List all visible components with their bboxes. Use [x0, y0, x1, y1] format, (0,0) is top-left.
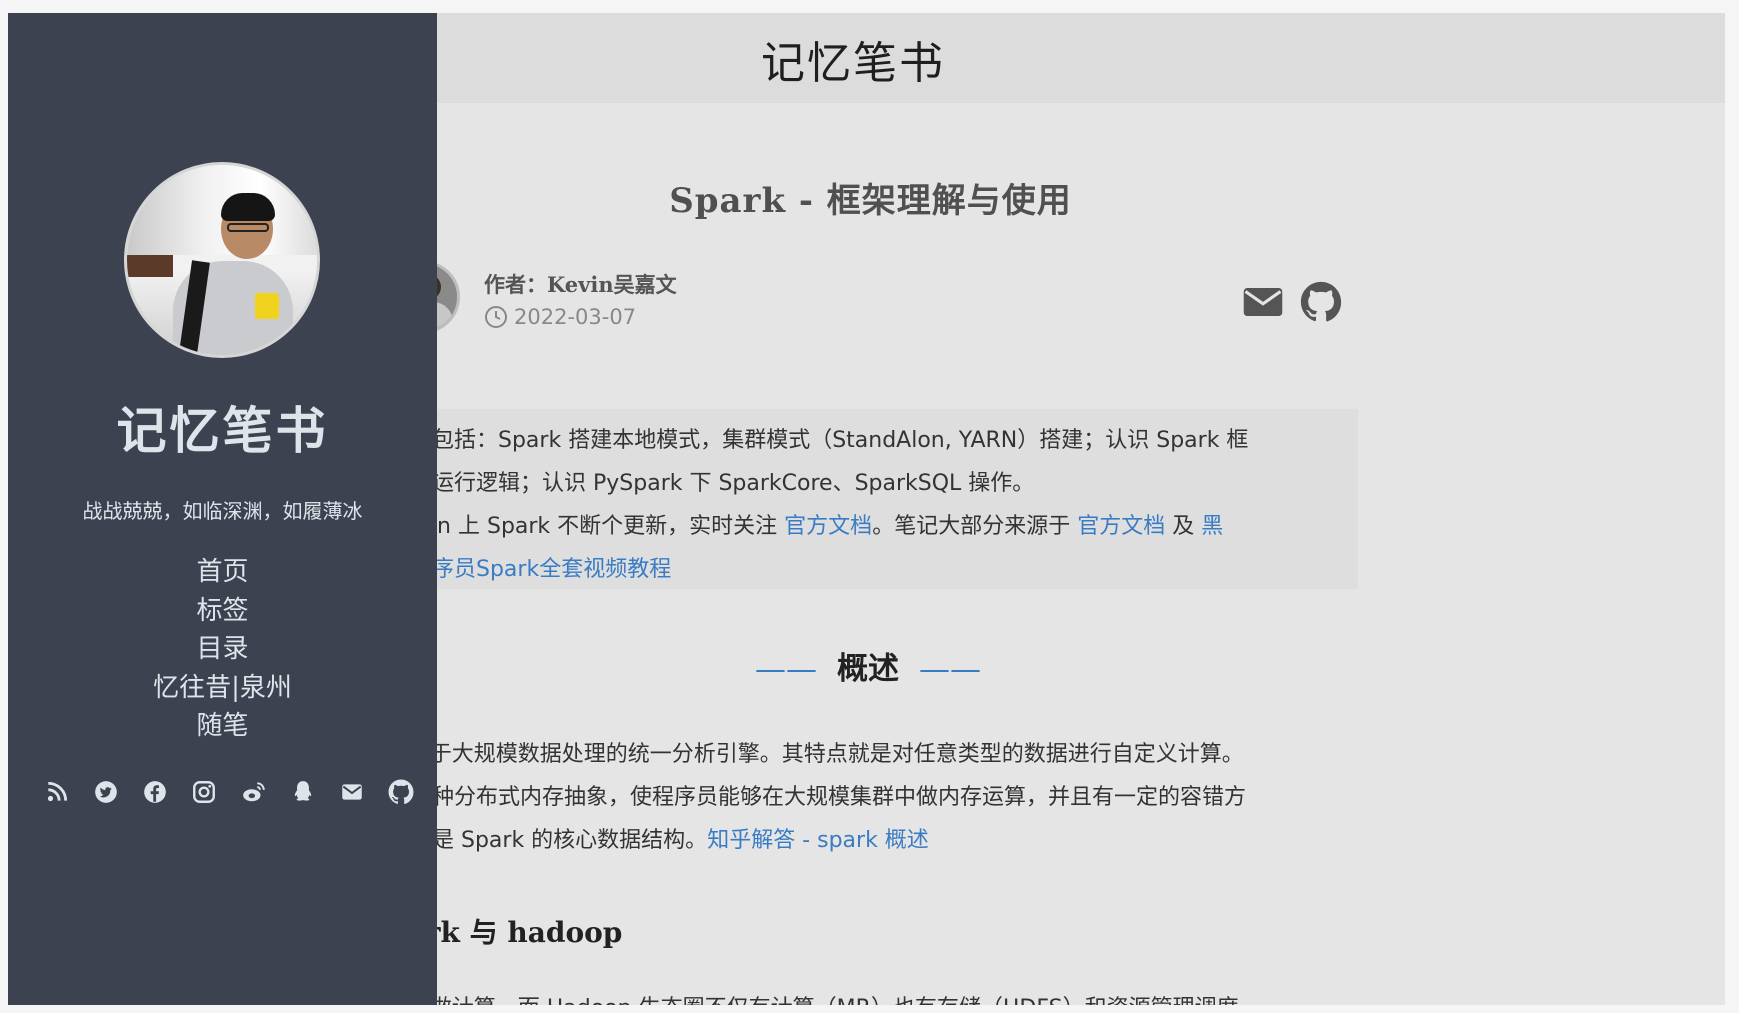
- official-docs-link[interactable]: 官方文档: [784, 514, 872, 539]
- official-docs-link-2[interactable]: 官方文档: [1077, 514, 1165, 539]
- social-links: [44, 779, 414, 805]
- summary-blockquote: 内容包括：Spark 搭建本地模式，集群模式（StandAlon, YARN）搭…: [388, 409, 1358, 589]
- mail-icon[interactable]: [1242, 281, 1284, 323]
- summary-line: ython 上 Spark 不断个更新，实时关注 官方文档。笔记大部分来源于 官…: [388, 514, 1224, 539]
- cutoff-paragraph: k 仅做计算，而 Hadoop 生态圈不仅有计算（MR）也有存储（HDFS）和资…: [388, 990, 1239, 1005]
- video-tutorial-link[interactable]: 黑: [1201, 514, 1223, 539]
- nav-home[interactable]: 首页: [8, 553, 437, 592]
- qq-icon[interactable]: [290, 779, 316, 805]
- sidebar-site-title[interactable]: 记忆笔书: [8, 391, 437, 463]
- mail-icon[interactable]: [339, 779, 365, 805]
- sidebar: 记忆笔书 战战兢兢，如临深渊，如履薄冰 首页 标签 目录 忆往昔|泉州 随笔: [8, 13, 437, 1005]
- twitter-icon[interactable]: [93, 779, 119, 805]
- clock-icon: [485, 306, 507, 328]
- nav-catalog[interactable]: 目录: [8, 630, 437, 669]
- nav-quanzhou[interactable]: 忆往昔|泉州: [8, 669, 437, 708]
- rss-icon[interactable]: [44, 779, 70, 805]
- browser-viewport: 记忆笔书 Spark - 框架理解与使用 作者：Kevin吴嘉文 2022-03…: [8, 13, 1725, 1005]
- zhihu-link[interactable]: 知乎解答 - spark 概述: [707, 828, 929, 853]
- author-name: 作者：Kevin吴嘉文: [484, 272, 677, 297]
- facebook-icon[interactable]: [142, 779, 168, 805]
- github-icon[interactable]: [388, 779, 414, 805]
- github-icon[interactable]: [1300, 281, 1342, 323]
- summary-line: 内容包括：Spark 搭建本地模式，集群模式（StandAlon, YARN）搭…: [388, 428, 1249, 453]
- summary-line: 马程序员Spark全套视频教程: [388, 548, 1358, 591]
- nav-essays[interactable]: 随笔: [8, 707, 437, 746]
- instagram-icon[interactable]: [191, 779, 217, 805]
- summary-line: 果、运行逻辑；认识 PySpark 下 SparkCore、SparkSQL 操…: [388, 471, 1035, 496]
- section-heading-text: 概述: [837, 651, 899, 687]
- sidebar-motto: 战战兢兢，如临深渊，如履薄冰: [82, 499, 363, 523]
- weibo-icon[interactable]: [241, 779, 267, 805]
- sidebar-nav: 首页 标签 目录 忆往昔|泉州 随笔: [8, 553, 437, 746]
- nav-tags[interactable]: 标签: [8, 592, 437, 631]
- profile-avatar[interactable]: [124, 162, 320, 358]
- post-date-text: 2022-03-07: [514, 305, 637, 329]
- overview-paragraph: k 用于大规模数据处理的统一分析引擎。其特点就是对任意类型的数据进行自定义计算。…: [388, 742, 1247, 853]
- post-date: 2022-03-07: [484, 305, 636, 329]
